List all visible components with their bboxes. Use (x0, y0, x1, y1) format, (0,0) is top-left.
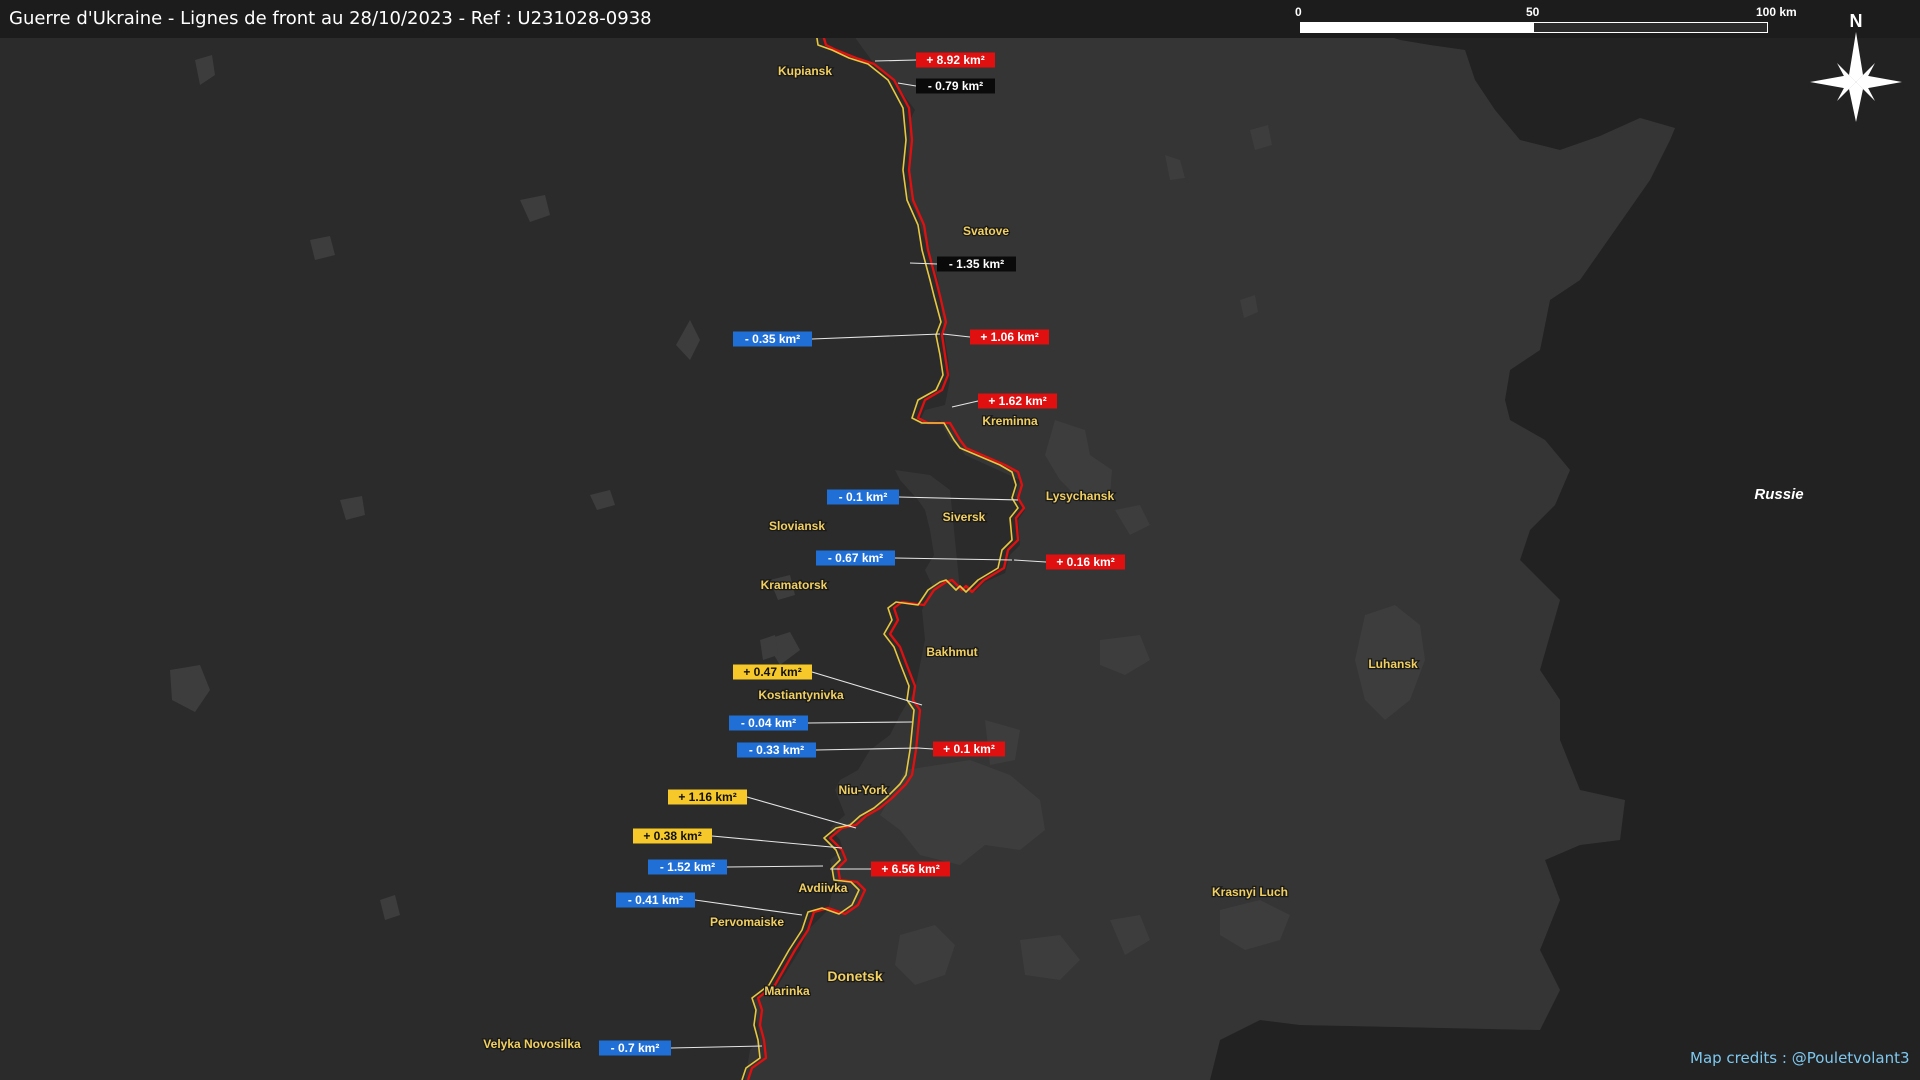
city-label-pervomaiske: Pervomaiske (710, 915, 784, 929)
title-bar: Guerre d'Ukraine - Lignes de front au 28… (0, 0, 1920, 38)
area-change-tag: - 0.79 km² (916, 78, 995, 94)
area-change-label: + 1.62 km² (988, 394, 1046, 408)
map-title: Guerre d'Ukraine - Lignes de front au 28… (9, 8, 652, 29)
area-change-tag: - 0.67 km² (816, 550, 895, 566)
country-label-russie: Russie (1754, 486, 1803, 503)
map-canvas[interactable]: + 8.92 km² - 0.79 km² - 1.35 km² - 0.35 km²… (0, 0, 1920, 1080)
area-change-label: - 0.7 km² (611, 1041, 660, 1055)
area-change-tag: - 0.04 km² (729, 715, 808, 731)
city-label-luhansk: Luhansk (1368, 657, 1418, 671)
area-change-label: - 0.33 km² (749, 743, 804, 757)
area-change-tag: - 1.35 km² (937, 256, 1016, 272)
city-label-kreminna: Kreminna (982, 414, 1038, 428)
area-change-label: - 0.67 km² (828, 551, 883, 565)
area-change-tag: + 6.56 km² (871, 861, 950, 877)
city-label-kupiansk: Kupiansk (778, 64, 832, 78)
area-change-tag: - 0.33 km² (737, 742, 816, 758)
city-label-sloviansk: Sloviansk (769, 519, 825, 533)
map-credits: Map credits : @Pouletvolant3 (1690, 1049, 1910, 1067)
city-label-lysychansk: Lysychansk (1046, 489, 1115, 503)
city-label-niu-york: Niu-York (838, 783, 887, 797)
city-label-kramatorsk: Kramatorsk (761, 578, 828, 592)
area-change-tag: + 8.92 km² (916, 52, 995, 68)
area-change-tag: - 0.7 km² (599, 1040, 671, 1056)
area-change-label: + 1.06 km² (980, 330, 1038, 344)
scale-label-mid: 50 (1526, 5, 1540, 19)
area-change-label: + 8.92 km² (926, 53, 984, 67)
city-label-kostiantynivka: Kostiantynivka (758, 688, 844, 702)
area-change-tag: + 1.06 km² (970, 329, 1049, 345)
area-change-label: + 6.56 km² (881, 862, 939, 876)
area-change-label: + 0.47 km² (743, 665, 801, 679)
area-change-tag: + 0.1 km² (933, 741, 1005, 757)
area-change-tag: - 1.52 km² (648, 859, 727, 875)
area-change-label: - 1.35 km² (949, 257, 1004, 271)
area-change-label: + 0.38 km² (643, 829, 701, 843)
area-change-tag: + 0.16 km² (1046, 554, 1125, 570)
area-change-label: - 0.1 km² (839, 490, 888, 504)
area-change-label: - 0.79 km² (928, 79, 983, 93)
area-change-tag: - 0.41 km² (616, 892, 695, 908)
city-label-marinka: Marinka (764, 984, 810, 998)
scale-label-start: 0 (1295, 5, 1302, 19)
north-label: N (1850, 11, 1863, 31)
scale-label-end: 100 km (1756, 5, 1797, 19)
city-label-velyka-novosilka: Velyka Novosilka (483, 1037, 581, 1051)
area-change-tag: + 1.62 km² (978, 393, 1057, 409)
area-change-tag: + 0.47 km² (733, 664, 812, 680)
scale-bar (1300, 22, 1768, 33)
city-label-bakhmut: Bakhmut (926, 645, 977, 659)
area-change-label: + 0.1 km² (943, 742, 995, 756)
area-change-label: + 0.16 km² (1056, 555, 1114, 569)
city-label-siversk: Siversk (943, 510, 986, 524)
area-change-label: - 0.41 km² (628, 893, 683, 907)
area-change-tag: + 0.38 km² (633, 828, 712, 844)
area-change-tag: - 0.1 km² (827, 489, 899, 505)
city-label-svatove: Svatove (963, 224, 1009, 238)
area-change-label: - 0.04 km² (741, 716, 796, 730)
area-change-tag: + 1.16 km² (668, 789, 747, 805)
city-label-avdiivka: Avdiivka (799, 881, 848, 895)
compass-rose-icon: N (1810, 11, 1902, 122)
city-label-donetsk: Donetsk (827, 968, 882, 984)
area-change-tag: - 0.35 km² (733, 331, 812, 347)
area-change-label: + 1.16 km² (678, 790, 736, 804)
area-change-label: - 0.35 km² (745, 332, 800, 346)
city-label-krasnyi-luch: Krasnyi Luch (1212, 885, 1288, 899)
area-change-label: - 1.52 km² (660, 860, 715, 874)
